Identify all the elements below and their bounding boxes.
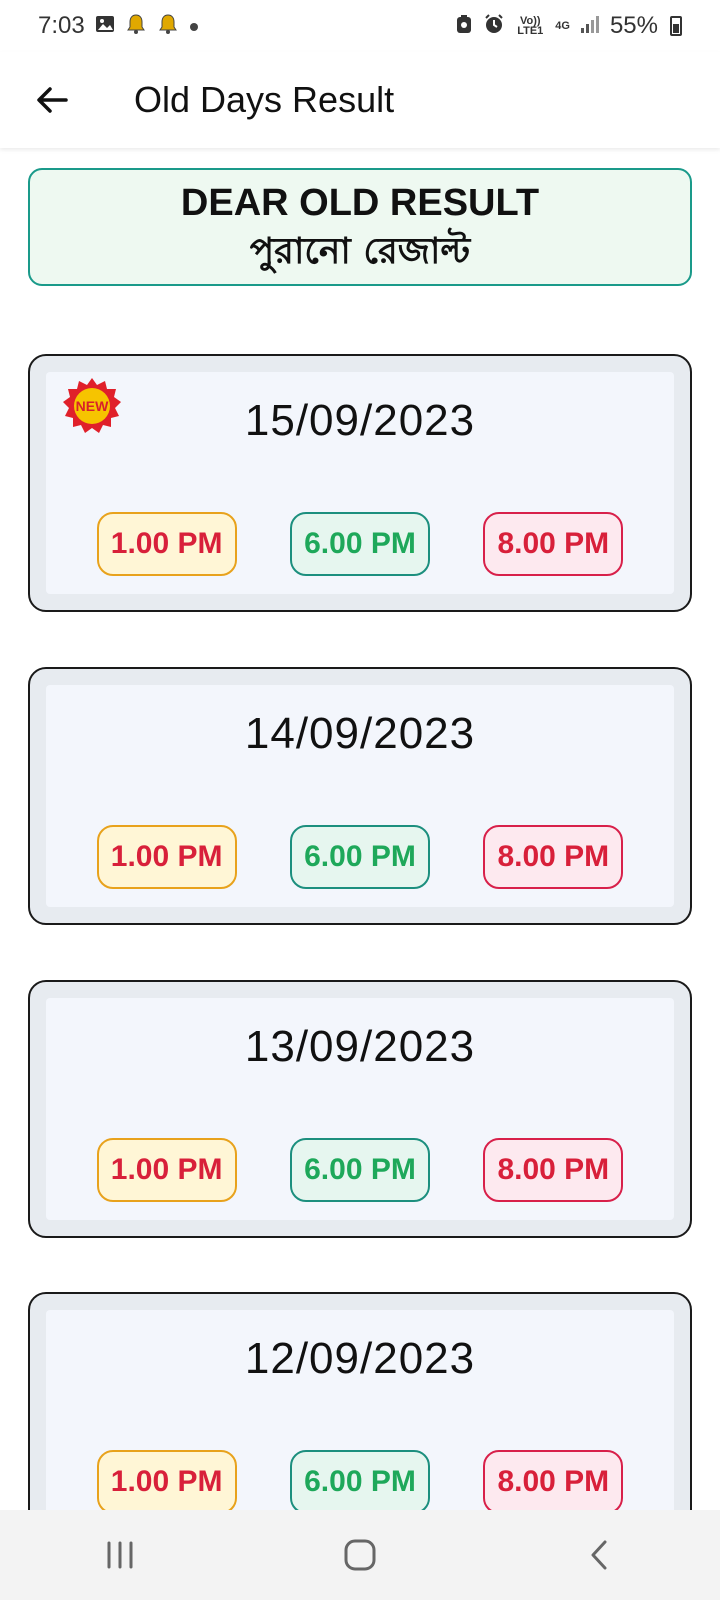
result-card: 13/09/2023 1.00 PM 6.00 PM 8.00 PM (28, 980, 692, 1238)
bell-icon (125, 13, 147, 39)
time-buttons: 1.00 PM 6.00 PM 8.00 PM (46, 512, 674, 576)
status-time: 7:03 (38, 12, 85, 39)
result-date: 13/09/2023 (244, 1022, 476, 1071)
time-8pm-button[interactable]: 8.00 PM (483, 512, 624, 576)
result-date: 14/09/2023 (244, 709, 476, 758)
bell-icon (157, 13, 179, 39)
gallery-icon (95, 14, 115, 38)
result-card-body: 12/09/2023 1.00 PM 6.00 PM 8.00 PM (46, 1310, 674, 1532)
result-card: NEW 15/09/2023 1.00 PM 6.00 PM 8.00 PM (28, 354, 692, 612)
time-1pm-button[interactable]: 1.00 PM (96, 1450, 237, 1514)
result-card-body: 14/09/2023 1.00 PM 6.00 PM 8.00 PM (46, 685, 674, 907)
home-icon (344, 1539, 376, 1571)
chevron-left-icon (591, 1540, 607, 1570)
recents-icon (107, 1541, 133, 1569)
home-button[interactable] (320, 1525, 400, 1585)
alarm-icon (483, 13, 505, 39)
status-bar: 7:03 Vo)) LTE1 4G 55% (0, 0, 720, 52)
battery-percent: 55% (609, 12, 658, 39)
time-1pm-button[interactable]: 1.00 PM (96, 1138, 237, 1202)
result-card-body: NEW 15/09/2023 1.00 PM 6.00 PM 8.00 PM (46, 372, 674, 594)
time-6pm-button[interactable]: 6.00 PM (289, 1450, 430, 1514)
time-buttons: 1.00 PM 6.00 PM 8.00 PM (46, 825, 674, 889)
nav-back-button[interactable] (560, 1525, 640, 1585)
volte-icon: Vo)) LTE1 (517, 15, 544, 37)
time-6pm-button[interactable]: 6.00 PM (289, 825, 430, 889)
data-saver-icon (455, 14, 473, 38)
result-date: 15/09/2023 (244, 396, 476, 445)
time-1pm-button[interactable]: 1.00 PM (96, 825, 237, 889)
time-8pm-button[interactable]: 8.00 PM (483, 1138, 624, 1202)
app-bar: Old Days Result (0, 52, 720, 148)
status-bar-right: Vo)) LTE1 4G 55% (455, 12, 682, 40)
result-date: 12/09/2023 (244, 1334, 476, 1383)
time-6pm-button[interactable]: 6.00 PM (289, 1138, 430, 1202)
time-6pm-button[interactable]: 6.00 PM (289, 512, 430, 576)
notification-dot-icon (189, 16, 199, 36)
header-banner: DEAR OLD RESULT পুরানো রেজাল্ট (28, 168, 692, 286)
result-card-body: 13/09/2023 1.00 PM 6.00 PM 8.00 PM (46, 998, 674, 1220)
time-1pm-button[interactable]: 1.00 PM (96, 512, 237, 576)
screen: 7:03 Vo)) LTE1 4G 55% Old Days Result DE… (0, 0, 720, 1600)
page-title: Old Days Result (134, 79, 395, 120)
time-8pm-button[interactable]: 8.00 PM (483, 825, 624, 889)
system-nav-bar (0, 1510, 720, 1600)
result-card: 14/09/2023 1.00 PM 6.00 PM 8.00 PM (28, 667, 692, 925)
signal-icon (580, 14, 600, 38)
battery-icon (670, 16, 682, 36)
time-buttons: 1.00 PM 6.00 PM 8.00 PM (46, 1450, 674, 1514)
arrow-left-icon (37, 87, 68, 113)
header-subtitle: পুরানো রেজাল্ট (249, 231, 471, 272)
header-title: DEAR OLD RESULT (180, 182, 540, 224)
status-bar-left: 7:03 (38, 12, 199, 40)
network-type-icon: 4G (555, 20, 570, 32)
recents-button[interactable] (80, 1525, 160, 1585)
back-button[interactable] (22, 70, 82, 130)
time-buttons: 1.00 PM 6.00 PM 8.00 PM (46, 1138, 674, 1202)
time-8pm-button[interactable]: 8.00 PM (483, 1450, 624, 1514)
